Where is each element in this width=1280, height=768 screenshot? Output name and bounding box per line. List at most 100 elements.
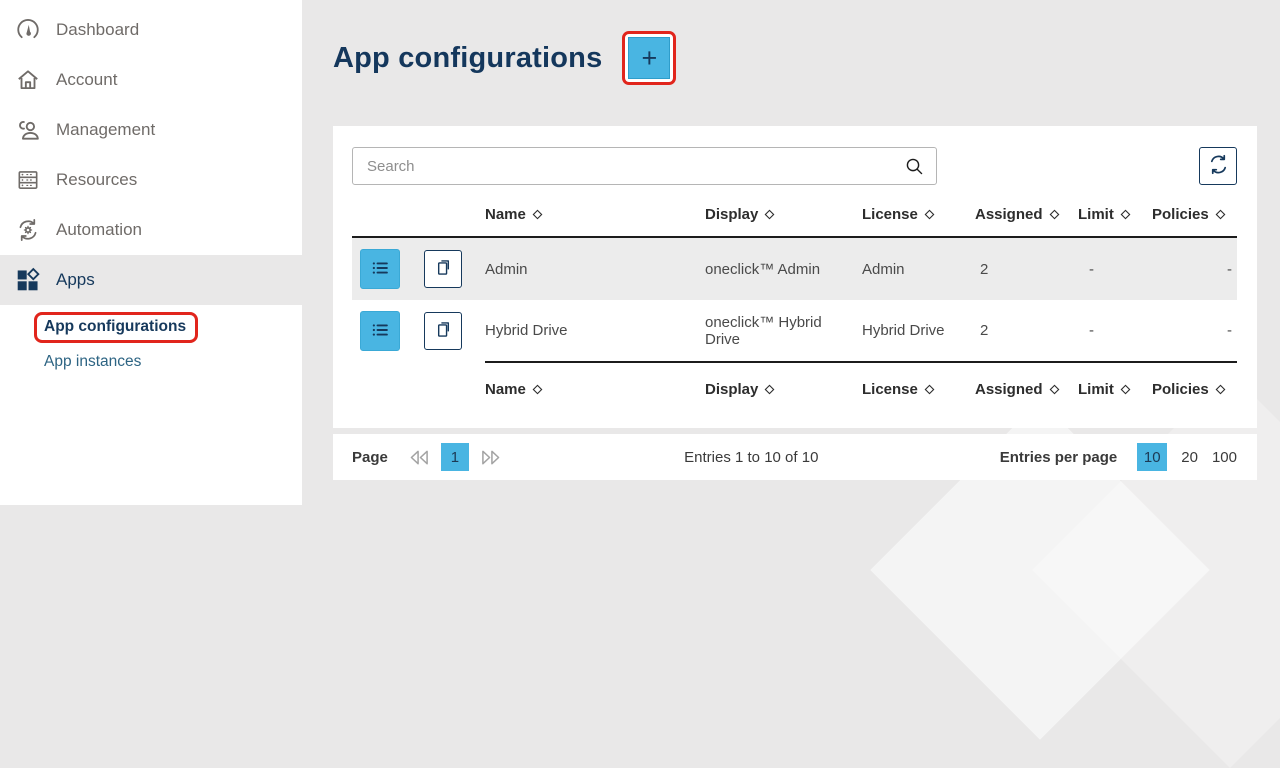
servers-icon <box>14 167 41 194</box>
entries-per-page-label: Entries per page <box>1000 449 1118 466</box>
table-header-row: Name Display License Assigned Limit Poli… <box>352 185 1237 237</box>
cell-limit: - <box>1078 237 1152 300</box>
cell-display: oneclick™ Admin <box>705 237 862 300</box>
list-icon <box>369 257 391 282</box>
sort-icon <box>532 209 543 220</box>
column-header-name[interactable]: Name <box>485 362 705 398</box>
home-icon <box>14 67 41 94</box>
sidebar-item-label: Apps <box>56 270 95 290</box>
column-header-display[interactable]: Display <box>705 362 862 398</box>
apps-subnav: App configurations App instances <box>0 312 302 371</box>
row-copy-button[interactable] <box>424 312 462 350</box>
subnav-item-label: App configurations <box>44 318 186 335</box>
annotation-highlight: App configurations <box>34 312 198 343</box>
cell-policies: - <box>1152 237 1237 300</box>
add-configuration-button[interactable]: + <box>628 37 670 79</box>
sort-icon <box>1120 209 1131 220</box>
sort-icon <box>1049 209 1060 220</box>
column-header-license[interactable]: License <box>862 185 975 237</box>
sort-icon <box>1215 209 1226 220</box>
sidebar-item-resources[interactable]: Resources <box>0 155 302 205</box>
row-actions <box>352 238 485 300</box>
row-copy-button[interactable] <box>424 250 462 288</box>
pagination-bar: Page 1 Entries 1 to 10 of 10 Entries per… <box>333 434 1257 480</box>
sidebar-item-label: Account <box>56 70 117 90</box>
page-size-option-100[interactable]: 100 <box>1212 449 1237 466</box>
table-footer-header-row: Name Display License Assigned Limit Poli… <box>352 362 1237 398</box>
sort-icon <box>924 209 935 220</box>
entries-summary: Entries 1 to 10 of 10 <box>684 449 818 466</box>
row-actions <box>352 300 485 362</box>
subnav-item-label: App instances <box>44 353 141 370</box>
cell-name: Hybrid Drive <box>485 300 705 362</box>
copy-icon <box>433 257 454 281</box>
plus-icon: + <box>642 45 658 72</box>
actions-column-header <box>352 185 485 237</box>
page-label: Page <box>352 449 388 466</box>
table-toolbar <box>333 126 1257 185</box>
cell-policies: - <box>1152 300 1237 362</box>
previous-page-icon[interactable] <box>407 448 432 467</box>
refresh-button[interactable] <box>1199 147 1237 185</box>
page-size-option-10[interactable]: 10 <box>1137 443 1167 471</box>
app-configurations-table: Name Display License Assigned Limit Poli… <box>352 185 1237 398</box>
table-row: Admin oneclick™ Admin Admin 2 - - <box>352 237 1237 300</box>
sidebar-item-app-instances[interactable]: App instances <box>0 353 302 371</box>
cell-display: oneclick™ Hybrid Drive <box>705 300 862 362</box>
users-icon <box>14 117 41 144</box>
column-header-policies[interactable]: Policies <box>1152 362 1237 398</box>
column-header-name[interactable]: Name <box>485 185 705 237</box>
column-header-display[interactable]: Display <box>705 185 862 237</box>
sort-icon <box>1049 384 1060 395</box>
annotation-highlight: + <box>622 31 676 85</box>
entries-per-page-controls: Entries per page 10 20 100 <box>1000 443 1237 471</box>
next-page-icon[interactable] <box>478 448 503 467</box>
cell-license: Hybrid Drive <box>862 300 975 362</box>
column-header-limit[interactable]: Limit <box>1078 185 1152 237</box>
sort-icon <box>764 209 775 220</box>
current-page-button[interactable]: 1 <box>441 443 469 471</box>
sort-icon <box>532 384 543 395</box>
sidebar-item-automation[interactable]: Automation <box>0 205 302 255</box>
refresh-icon <box>1207 153 1230 179</box>
cell-assigned: 2 <box>975 237 1078 300</box>
list-icon <box>369 319 391 344</box>
column-header-policies[interactable]: Policies <box>1152 185 1237 237</box>
app-configurations-card: Name Display License Assigned Limit Poli… <box>333 126 1257 428</box>
apps-icon <box>14 267 41 294</box>
page-title: App configurations <box>333 42 602 75</box>
cell-license: Admin <box>862 237 975 300</box>
column-header-assigned[interactable]: Assigned <box>975 362 1078 398</box>
row-details-button[interactable] <box>360 311 400 351</box>
sidebar-item-label: Automation <box>56 220 142 240</box>
column-header-assigned[interactable]: Assigned <box>975 185 1078 237</box>
page-controls: Page 1 <box>352 443 503 471</box>
table-row: Hybrid Drive oneclick™ Hybrid Drive Hybr… <box>352 300 1237 362</box>
search-icon[interactable] <box>904 156 936 177</box>
automation-icon <box>14 217 41 244</box>
sort-icon <box>1120 384 1131 395</box>
actions-column-header <box>352 362 485 398</box>
sidebar-item-account[interactable]: Account <box>0 55 302 105</box>
sidebar-item-label: Management <box>56 120 155 140</box>
sidebar-item-apps[interactable]: Apps <box>0 255 302 305</box>
sidebar-item-management[interactable]: Management <box>0 105 302 155</box>
copy-icon <box>433 319 454 343</box>
sidebar-item-label: Dashboard <box>56 20 139 40</box>
sidebar-item-app-configurations[interactable]: App configurations <box>0 312 302 343</box>
search-input[interactable] <box>353 158 904 175</box>
sidebar: Dashboard Account Management <box>0 0 302 505</box>
page-size-option-20[interactable]: 20 <box>1181 449 1198 466</box>
page-header: App configurations + <box>333 31 676 85</box>
sort-icon <box>1215 384 1226 395</box>
row-details-button[interactable] <box>360 249 400 289</box>
cell-limit: - <box>1078 300 1152 362</box>
sidebar-item-dashboard[interactable]: Dashboard <box>0 5 302 55</box>
sort-icon <box>764 384 775 395</box>
cell-name: Admin <box>485 237 705 300</box>
sort-icon <box>924 384 935 395</box>
column-header-limit[interactable]: Limit <box>1078 362 1152 398</box>
cell-assigned: 2 <box>975 300 1078 362</box>
search-box <box>352 147 937 185</box>
column-header-license[interactable]: License <box>862 362 975 398</box>
